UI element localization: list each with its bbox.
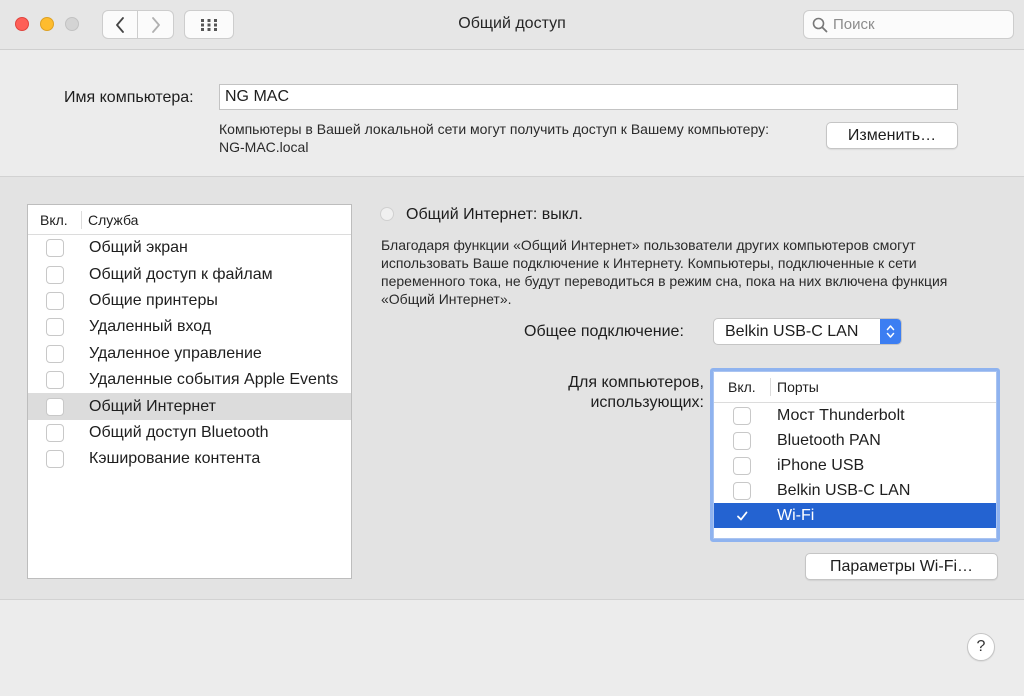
popup-arrows-icon bbox=[880, 319, 901, 344]
service-row[interactable]: Общий доступ Bluetooth bbox=[28, 420, 351, 446]
service-label: Удаленные события Apple Events bbox=[89, 371, 339, 389]
service-checkbox[interactable] bbox=[46, 423, 64, 442]
port-label: Мост Thunderbolt bbox=[777, 406, 905, 424]
port-row[interactable]: Мост Thunderbolt bbox=[714, 403, 996, 428]
service-row[interactable]: Общие принтеры bbox=[28, 288, 351, 314]
service-row[interactable]: Общий доступ к файлам bbox=[28, 261, 351, 287]
service-checkbox[interactable] bbox=[46, 318, 64, 337]
service-checkbox[interactable] bbox=[46, 239, 64, 258]
service-label: Общие принтеры bbox=[89, 291, 218, 309]
column-on-header: Вкл. bbox=[28, 210, 82, 229]
computer-name-description: Компьютеры в Вашей локальной сети могут … bbox=[219, 121, 769, 155]
ports-list: Вкл. Порты Мост Thunderbolt Bluetooth PAN… bbox=[710, 368, 1000, 542]
service-checkbox[interactable] bbox=[46, 344, 64, 363]
service-row[interactable]: Удаленный вход bbox=[28, 314, 351, 340]
port-label: Bluetooth PAN bbox=[777, 431, 881, 449]
port-row[interactable]: iPhone USB bbox=[714, 453, 996, 478]
port-checkbox[interactable] bbox=[733, 406, 751, 425]
service-row[interactable]: Удаленные события Apple Events bbox=[28, 367, 351, 393]
port-row[interactable]: Belkin USB-C LAN bbox=[714, 478, 996, 503]
port-row[interactable]: Wi-Fi bbox=[714, 503, 996, 528]
service-checkbox[interactable] bbox=[46, 450, 64, 469]
search-field[interactable] bbox=[803, 10, 1014, 39]
column-service-header: Служба bbox=[88, 211, 139, 228]
port-label: iPhone USB bbox=[777, 456, 865, 474]
port-checkbox[interactable] bbox=[733, 481, 751, 500]
service-label: Удаленный вход bbox=[89, 318, 212, 336]
port-checkbox[interactable] bbox=[733, 431, 751, 450]
port-row[interactable]: Bluetooth PAN bbox=[714, 428, 996, 453]
share-from-popup[interactable]: Belkin USB-C LAN bbox=[713, 318, 902, 345]
service-label: Общий экран bbox=[89, 239, 188, 257]
service-list-header: Вкл. Служба bbox=[28, 205, 351, 235]
port-checkbox[interactable] bbox=[733, 506, 751, 525]
edit-name-button[interactable]: Изменить… bbox=[826, 122, 958, 149]
ports-list-header: Вкл. Порты bbox=[714, 372, 996, 403]
service-row[interactable]: Общий экран bbox=[28, 235, 351, 261]
share-from-value: Belkin USB-C LAN bbox=[725, 322, 859, 340]
service-label: Общий доступ Bluetooth bbox=[89, 423, 269, 441]
search-icon bbox=[812, 17, 828, 32]
to-computers-label: Для компьютеров, использующих: bbox=[568, 374, 704, 411]
service-row[interactable]: Кэширование контента bbox=[28, 446, 351, 472]
port-label: Wi-Fi bbox=[777, 506, 815, 524]
internet-sharing-description: Благодаря функции «Общий Интернет» польз… bbox=[381, 237, 948, 307]
service-row[interactable]: Общий Интернет bbox=[28, 393, 351, 420]
service-label: Общий Интернет bbox=[89, 397, 216, 415]
service-list: Вкл. Служба Общий экран Общий доступ к фа… bbox=[27, 204, 352, 579]
service-checkbox[interactable] bbox=[46, 397, 64, 416]
port-label: Belkin USB-C LAN bbox=[777, 481, 911, 499]
ports-column-ports-header: Порты bbox=[777, 379, 819, 395]
computer-name-label: Имя компьютера: bbox=[64, 89, 194, 106]
service-row[interactable]: Удаленное управление bbox=[28, 341, 351, 367]
internet-sharing-status: Общий Интернет: выкл. bbox=[406, 206, 583, 223]
port-checkbox[interactable] bbox=[733, 456, 751, 475]
computer-name-field[interactable] bbox=[219, 84, 958, 110]
service-checkbox[interactable] bbox=[46, 291, 64, 310]
status-indicator bbox=[380, 207, 394, 221]
ports-column-on-header: Вкл. bbox=[714, 378, 771, 396]
service-label: Удаленное управление bbox=[89, 344, 262, 362]
service-label: Кэширование контента bbox=[89, 450, 261, 468]
help-button[interactable]: ? bbox=[967, 633, 995, 661]
search-input[interactable] bbox=[833, 16, 1003, 33]
service-checkbox[interactable] bbox=[46, 371, 64, 390]
wifi-options-button[interactable]: Параметры Wi-Fi… bbox=[805, 553, 998, 580]
share-from-label: Общее подключение: bbox=[524, 323, 684, 340]
titlebar: Общий доступ bbox=[0, 0, 1024, 50]
service-label: Общий доступ к файлам bbox=[89, 265, 273, 283]
service-checkbox[interactable] bbox=[46, 265, 64, 284]
checkmark-icon bbox=[737, 511, 748, 520]
